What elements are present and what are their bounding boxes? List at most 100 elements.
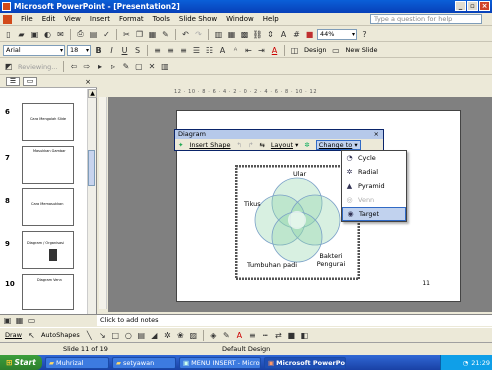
- slide-thumbnail[interactable]: Cara Mengolah Slide: [22, 103, 74, 141]
- scroll-thumb[interactable]: [88, 150, 95, 186]
- menu-item-pyramid[interactable]: ▲ Pyramid: [342, 179, 406, 193]
- insert-shape-button[interactable]: Insert Shape: [189, 141, 230, 149]
- increase-font-icon[interactable]: A: [217, 45, 228, 56]
- paste-icon[interactable]: ▦: [147, 29, 158, 40]
- increase-indent-icon[interactable]: ⇥: [256, 45, 267, 56]
- outline-tab[interactable]: ☰: [6, 77, 20, 86]
- diagram-toolbar-title[interactable]: Diagram ×: [175, 130, 383, 139]
- minimize-button[interactable]: _: [455, 1, 466, 11]
- select-objects-icon[interactable]: ↖: [26, 330, 37, 341]
- grid-icon[interactable]: #: [291, 29, 302, 40]
- slide-thumbnail[interactable]: Diagram / Organisasi: [22, 231, 74, 269]
- help-icon[interactable]: ?: [359, 29, 370, 40]
- 3d-style-icon[interactable]: ◧: [299, 330, 310, 341]
- app-icon[interactable]: [2, 2, 11, 11]
- font-color-icon[interactable]: A: [269, 45, 280, 56]
- menu-edit[interactable]: Edit: [42, 15, 56, 23]
- autoformat-icon[interactable]: ✲: [304, 141, 309, 149]
- redo-icon[interactable]: ↷: [193, 29, 204, 40]
- menu-item-cycle[interactable]: ◔ Cycle: [342, 151, 406, 165]
- new-slide-button[interactable]: New Slide: [343, 46, 379, 54]
- font-combo[interactable]: Arial: [3, 44, 65, 56]
- slide-thumbnail[interactable]: Diagram Venn: [22, 274, 74, 310]
- bold-button[interactable]: B: [93, 45, 104, 56]
- notes-pane[interactable]: Click to add notes: [97, 314, 492, 326]
- color-icon[interactable]: ■: [304, 29, 315, 40]
- spelling-icon[interactable]: ✓: [101, 29, 112, 40]
- help-search-input[interactable]: Type a question for help: [370, 14, 482, 24]
- oval-icon[interactable]: ○: [123, 330, 134, 341]
- doc-icon[interactable]: [3, 14, 12, 24]
- reviewer-icon[interactable]: ◩: [3, 61, 14, 72]
- draw-menu-button[interactable]: Draw: [3, 331, 24, 339]
- save-icon[interactable]: ▣: [29, 29, 40, 40]
- venn-label-top[interactable]: Ular: [293, 170, 306, 178]
- menu-tools[interactable]: Tools: [153, 15, 170, 23]
- normal-view-icon[interactable]: ▣: [2, 315, 13, 326]
- align-left-icon[interactable]: ≡: [152, 45, 163, 56]
- new-icon[interactable]: ▯: [3, 29, 14, 40]
- insert-table-icon[interactable]: ▦: [226, 29, 237, 40]
- menu-window[interactable]: Window: [226, 15, 254, 23]
- arrow-icon[interactable]: ↘: [97, 330, 108, 341]
- bullets-icon[interactable]: ☷: [204, 45, 215, 56]
- start-button[interactable]: ⊞ Start: [0, 355, 42, 370]
- taskbar-item[interactable]: ▰ setyawan: [112, 356, 176, 369]
- slide-show-icon[interactable]: ▭: [26, 315, 37, 326]
- open-icon[interactable]: ▰: [16, 29, 27, 40]
- change-to-button[interactable]: Change to ▾: [315, 140, 361, 150]
- insert-comment-icon[interactable]: ▢: [133, 61, 144, 72]
- reviewing-label[interactable]: Reviewing...: [16, 63, 59, 71]
- taskbar-item[interactable]: ▣ MENU INSERT - Micros...: [179, 356, 261, 369]
- new-slide-icon[interactable]: ▭: [330, 45, 341, 56]
- menu-format[interactable]: Format: [119, 15, 144, 23]
- diagram-close-button[interactable]: ×: [374, 130, 379, 139]
- slides-scrollbar[interactable]: ▲: [87, 89, 97, 314]
- slide-sorter-icon[interactable]: ▦: [14, 315, 25, 326]
- slide-thumbnail[interactable]: Cara Memasukkan: [22, 188, 74, 226]
- fill-color-icon[interactable]: ◈: [208, 330, 219, 341]
- clip-art-icon[interactable]: ❀: [175, 330, 186, 341]
- scroll-up-icon[interactable]: ▲: [88, 89, 97, 98]
- edit-comment-icon[interactable]: ✎: [120, 61, 131, 72]
- line-color-icon[interactable]: ✎: [221, 330, 232, 341]
- show-formatting-icon[interactable]: A: [278, 29, 289, 40]
- design-button[interactable]: Design: [302, 46, 328, 54]
- menu-slide-show[interactable]: Slide Show: [179, 15, 217, 23]
- restore-button[interactable]: ▫: [467, 1, 478, 11]
- print-preview-icon[interactable]: ▤: [88, 29, 99, 40]
- arrow-style-icon[interactable]: ⇄: [273, 330, 284, 341]
- apply-icon[interactable]: ▸: [94, 61, 105, 72]
- reviewing-pane-icon[interactable]: ▥: [159, 61, 170, 72]
- close-button[interactable]: ×: [479, 1, 490, 11]
- numbering-icon[interactable]: ☰: [191, 45, 202, 56]
- font-size-combo[interactable]: 18: [67, 44, 91, 56]
- rectangle-icon[interactable]: □: [110, 330, 121, 341]
- next-comment-icon[interactable]: ⇨: [81, 61, 92, 72]
- menu-help[interactable]: Help: [263, 15, 279, 23]
- tables-borders-icon[interactable]: ▩: [239, 29, 250, 40]
- text-box-icon[interactable]: ▤: [136, 330, 147, 341]
- venn-label-bottom-left[interactable]: Tumbuhan padi: [247, 261, 297, 269]
- reverse-diagram-icon[interactable]: ⇆: [259, 141, 264, 149]
- menu-file[interactable]: File: [21, 15, 33, 23]
- slide-thumbnail[interactable]: Masukkan Gambar: [22, 146, 74, 184]
- align-right-icon[interactable]: ≡: [178, 45, 189, 56]
- cut-icon[interactable]: ✂: [121, 29, 132, 40]
- zoom-combo[interactable]: 44%: [317, 28, 357, 40]
- taskbar-item-active[interactable]: ▣ Microsoft PowerPoi...: [264, 356, 346, 369]
- print-icon[interactable]: ⎙: [75, 29, 86, 40]
- tray-icon[interactable]: ◔: [463, 359, 469, 367]
- menu-insert[interactable]: Insert: [90, 15, 110, 23]
- permission-icon[interactable]: ◐: [42, 29, 53, 40]
- shadow-button[interactable]: S: [132, 45, 143, 56]
- diagram-icon[interactable]: ✲: [162, 330, 173, 341]
- font-color-draw-icon[interactable]: A: [234, 330, 245, 341]
- expand-all-icon[interactable]: ⇕: [265, 29, 276, 40]
- picture-icon[interactable]: ▨: [188, 330, 199, 341]
- design-icon[interactable]: ◫: [289, 45, 300, 56]
- decrease-font-icon[interactable]: ᴬ: [230, 45, 241, 56]
- shadow-style-icon[interactable]: ■: [286, 330, 297, 341]
- venn-label-bottom-right[interactable]: Bakteri Pengurai: [312, 252, 350, 268]
- unapply-icon[interactable]: ▹: [107, 61, 118, 72]
